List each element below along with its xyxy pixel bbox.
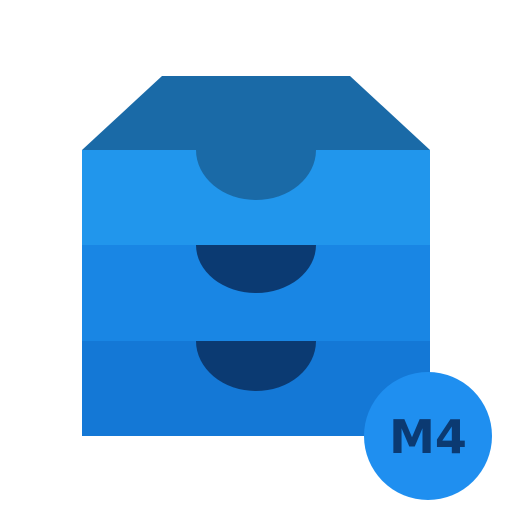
- drawer-cabinet-icon: M4: [82, 76, 492, 500]
- badge-label: M4: [389, 410, 467, 464]
- cabinet-top: [82, 76, 430, 150]
- app-icon: M4: [0, 0, 512, 512]
